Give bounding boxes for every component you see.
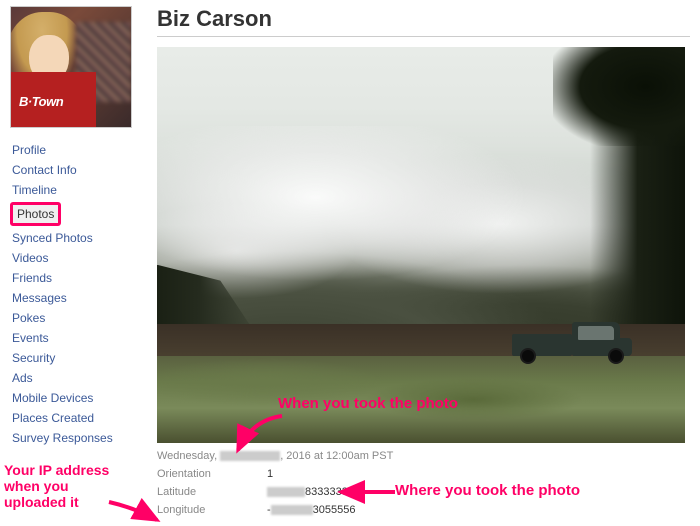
nav-videos[interactable]: Videos (10, 248, 145, 268)
avatar-shirt-text: B·Town (19, 94, 63, 109)
meta-longitude-value: -3055556 (267, 504, 356, 516)
meta-orientation: Orientation 1 (157, 465, 690, 483)
nav-security[interactable]: Security (10, 348, 145, 368)
meta-orientation-value: 1 (267, 468, 273, 480)
nav-ads[interactable]: Ads (10, 368, 145, 388)
nav-survey-responses[interactable]: Survey Responses (10, 428, 145, 448)
redacted-lat (267, 487, 305, 497)
nav-events[interactable]: Events (10, 328, 145, 348)
nav-messages[interactable]: Messages (10, 288, 145, 308)
sidebar-nav: Profile Contact Info Timeline Photos Syn… (10, 140, 145, 448)
nav-photos[interactable]: Photos (10, 202, 61, 226)
meta-latitude-value: 833333333 (267, 486, 360, 498)
nav-places-created[interactable]: Places Created (10, 408, 145, 428)
meta-latitude: Latitude 833333333 (157, 483, 690, 501)
nav-timeline[interactable]: Timeline (10, 180, 145, 200)
sidebar: B·Town Profile Contact Info Timeline Pho… (10, 6, 145, 519)
main-content: Biz Carson Wednesday, , 2016 at 12:00am … (145, 6, 690, 519)
photo-viewer[interactable] (157, 47, 685, 443)
nav-friends[interactable]: Friends (10, 268, 145, 288)
photo-metadata: Wednesday, , 2016 at 12:00am PST Orienta… (157, 447, 690, 519)
redacted-date (220, 451, 280, 461)
nav-pokes[interactable]: Pokes (10, 308, 145, 328)
meta-taken: Wednesday, , 2016 at 12:00am PST (157, 447, 690, 465)
profile-avatar[interactable]: B·Town (10, 6, 132, 128)
meta-longitude-label: Longitude (157, 504, 267, 516)
meta-taken-value: Wednesday, , 2016 at 12:00am PST (157, 450, 393, 462)
nav-synced-photos[interactable]: Synced Photos (10, 228, 145, 248)
page-title: Biz Carson (157, 6, 690, 37)
meta-latitude-label: Latitude (157, 486, 267, 498)
meta-longitude: Longitude -3055556 (157, 501, 690, 519)
meta-orientation-label: Orientation (157, 468, 267, 480)
redacted-lon (271, 505, 313, 515)
nav-mobile-devices[interactable]: Mobile Devices (10, 388, 145, 408)
nav-contact-info[interactable]: Contact Info (10, 160, 145, 180)
nav-profile[interactable]: Profile (10, 140, 145, 160)
